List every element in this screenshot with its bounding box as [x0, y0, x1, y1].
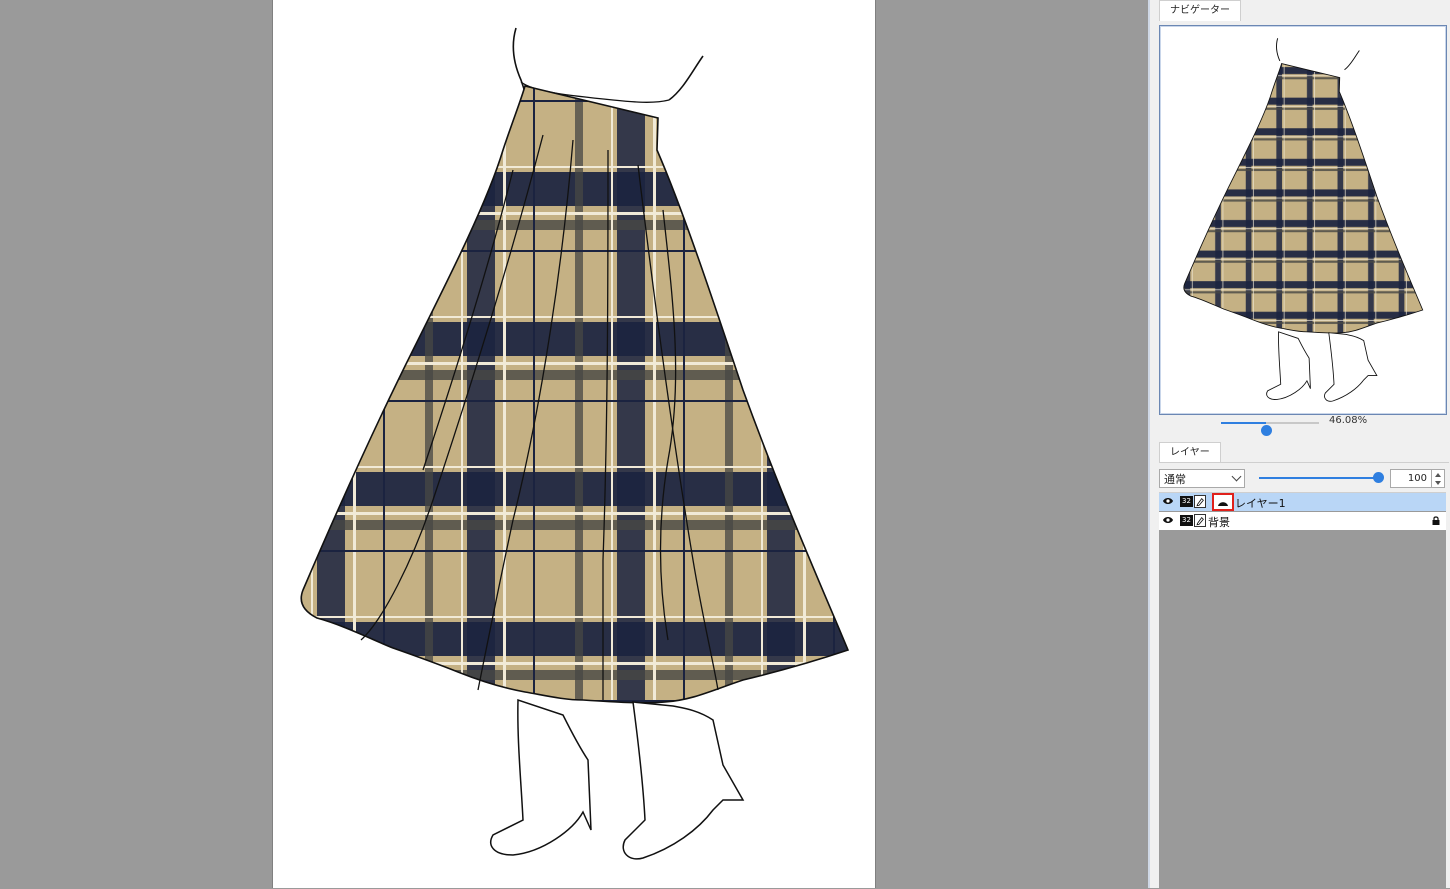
- eye-icon[interactable]: [1163, 516, 1173, 524]
- opacity-spinner[interactable]: [1432, 469, 1445, 488]
- tab-layers[interactable]: レイヤー: [1159, 442, 1221, 463]
- pencil-icon[interactable]: [1194, 514, 1206, 527]
- drawing-canvas[interactable]: [272, 0, 876, 888]
- layer-name[interactable]: レイヤー1: [1235, 495, 1286, 511]
- lock-icon[interactable]: [1432, 516, 1440, 525]
- opacity-input[interactable]: 100: [1390, 469, 1432, 488]
- zoom-slider-fill: [1221, 422, 1267, 424]
- skirt-illustration: [300, 27, 850, 860]
- spinner-up-icon[interactable]: [1435, 473, 1441, 477]
- chevron-down-icon: [1231, 471, 1242, 482]
- navigator-thumbnail: [1183, 38, 1424, 402]
- dock-splitter[interactable]: [1148, 0, 1150, 888]
- layer-row-layer1[interactable]: 32 レイヤー1: [1159, 493, 1446, 511]
- bit-depth-badge: 32: [1180, 496, 1193, 507]
- opacity-slider-handle[interactable]: [1373, 472, 1384, 483]
- zoom-slider-handle[interactable]: [1261, 425, 1273, 436]
- layer-row-background[interactable]: 32 背景: [1159, 512, 1446, 530]
- opacity-slider[interactable]: [1259, 477, 1379, 479]
- clipping-toggle[interactable]: [1212, 493, 1234, 511]
- layer-name[interactable]: 背景: [1208, 514, 1230, 530]
- spinner-down-icon[interactable]: [1435, 481, 1441, 485]
- clipping-icon: [1218, 502, 1228, 506]
- layer-list: 32 レイヤー1 32 背景: [1159, 492, 1446, 889]
- tab-navigator[interactable]: ナビゲーター: [1159, 0, 1241, 21]
- zoom-percentage: 46.08%: [1329, 415, 1368, 426]
- layer-panel-divider: [1159, 462, 1449, 463]
- blend-mode-value: 通常: [1164, 473, 1186, 486]
- right-dock-panel: ナビゲーター 46.08% レイヤー 通常 100 32 レイヤー1 32 背景: [1148, 0, 1450, 889]
- blend-mode-select[interactable]: 通常: [1159, 469, 1245, 488]
- bit-depth-badge: 32: [1180, 515, 1193, 526]
- pencil-icon[interactable]: [1194, 495, 1206, 508]
- eye-icon[interactable]: [1163, 497, 1173, 505]
- workspace[interactable]: [0, 0, 1148, 888]
- navigator-zoom-control: 46.08%: [1159, 414, 1445, 436]
- navigator-preview[interactable]: [1159, 25, 1447, 415]
- zoom-slider[interactable]: [1221, 422, 1319, 436]
